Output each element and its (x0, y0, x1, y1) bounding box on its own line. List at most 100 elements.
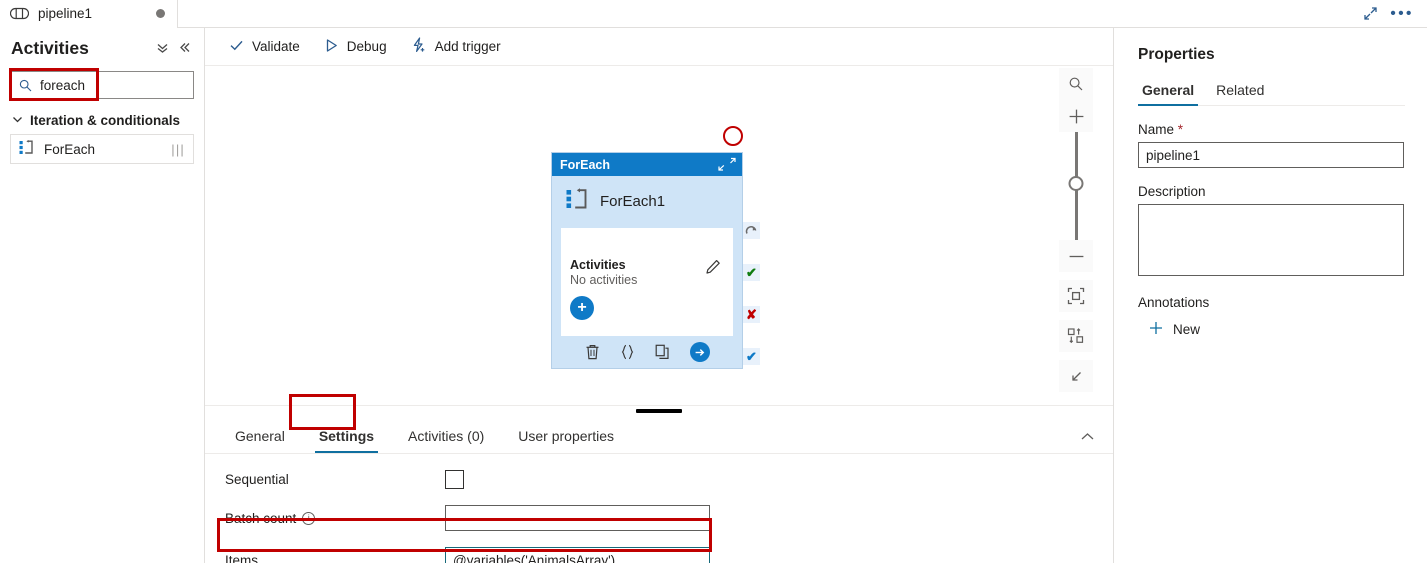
activities-pane-header: Activities (0, 28, 204, 65)
success-chip[interactable]: ✔ (743, 264, 760, 281)
activity-item-label: ForEach (44, 141, 96, 157)
add-activity-icon[interactable]: + (570, 296, 594, 320)
code-braces-icon[interactable] (620, 344, 635, 360)
add-annotation-label: New (1173, 322, 1201, 337)
tab-general[interactable]: General (225, 428, 295, 453)
double-chevron-down-icon[interactable] (156, 41, 169, 56)
tab-settings[interactable]: Settings (309, 428, 384, 453)
activity-group-label: Iteration & conditionals (30, 113, 181, 128)
batch-count-label-wrap: Batch count i (225, 511, 445, 526)
pipeline-tab[interactable]: pipeline1 (0, 0, 178, 28)
search-zoom-icon[interactable] (1059, 68, 1093, 100)
debug-label: Debug (346, 39, 387, 54)
required-marker: * (1177, 122, 1184, 137)
pencil-icon[interactable] (705, 259, 721, 278)
splitter-handle[interactable] (636, 409, 682, 413)
auto-align-icon[interactable] (1059, 320, 1093, 352)
double-chevron-left-icon[interactable] (178, 41, 191, 56)
foreach-icon (19, 140, 34, 158)
validate-label: Validate (252, 39, 300, 54)
batch-count-input[interactable] (445, 505, 710, 531)
pipeline-tab-label: pipeline1 (38, 6, 93, 21)
foreach-node-activities-box: Activities No activities + (561, 228, 733, 336)
info-icon[interactable]: i (302, 511, 316, 525)
activity-group-header[interactable]: Iteration & conditionals (12, 113, 204, 128)
sequential-row: Sequential (225, 470, 1113, 489)
debug-button[interactable]: Debug (314, 32, 397, 62)
tab-strip-actions: ••• (1355, 0, 1427, 28)
foreach-node-header: ForEach (552, 153, 742, 176)
more-horizontal-icon[interactable]: ••• (1387, 1, 1417, 27)
activity-settings-tabs: General Settings Activities (0) User pro… (205, 418, 1113, 454)
sequential-checkbox[interactable] (445, 470, 464, 489)
checkmark-icon (229, 38, 244, 56)
zoom-to-fit-icon[interactable] (1059, 280, 1093, 312)
properties-tab-related[interactable]: Related (1212, 82, 1268, 105)
search-icon (19, 79, 32, 92)
name-label: Name (1138, 122, 1175, 137)
canvas-zoom-controls (1059, 68, 1093, 392)
zoom-slider[interactable] (1059, 132, 1093, 240)
expand-node-icon[interactable] (718, 157, 736, 172)
validate-button[interactable]: Validate (219, 32, 310, 62)
properties-tab-general[interactable]: General (1138, 82, 1199, 106)
add-trigger-button[interactable]: Add trigger (401, 32, 511, 62)
activities-search-box[interactable] (10, 71, 194, 99)
properties-title: Properties (1138, 46, 1215, 63)
properties-pane: Properties General Related Name * Descri… (1113, 28, 1427, 563)
activities-title: Activities (11, 38, 89, 58)
add-output-arrow-icon[interactable] (689, 342, 710, 362)
chevron-up-icon[interactable] (1080, 430, 1095, 445)
zoom-in-icon[interactable] (1059, 100, 1093, 132)
activities-header-actions (156, 41, 193, 56)
command-bar: Validate Debug Add trigger (205, 28, 1113, 66)
node-output-chips: ✔ ✘ ✔ (743, 222, 763, 390)
zoom-slider-thumb[interactable] (1068, 176, 1084, 191)
activities-search-wrap (10, 71, 194, 99)
completion-chip[interactable]: ✔ (743, 348, 760, 365)
activity-item-foreach[interactable]: ForEach ||| (10, 134, 194, 164)
lightning-bolt-add-icon (411, 37, 427, 56)
failure-chip[interactable]: ✘ (743, 306, 760, 323)
pipeline-description-textarea[interactable] (1138, 204, 1404, 276)
unsaved-indicator (156, 9, 165, 18)
tab-activities[interactable]: Activities (0) (398, 428, 494, 453)
pipeline-name-input[interactable] (1138, 142, 1404, 168)
foreach-node-title-row: ForEach1 (552, 176, 742, 224)
properties-tabs: General Related (1138, 82, 1405, 106)
foreach-node-name: ForEach1 (600, 192, 666, 210)
description-label: Description (1138, 184, 1206, 199)
plus-icon (1148, 320, 1164, 339)
app-root: pipeline1 ••• Activities foreach Iterati… (0, 0, 1427, 563)
drag-handle-icon[interactable]: ||| (171, 142, 185, 157)
settings-form: Sequential Batch count i Items (205, 454, 1113, 563)
delete-icon[interactable] (585, 344, 600, 360)
chevron-down-icon (12, 114, 23, 128)
play-triangle-icon (324, 38, 339, 56)
pipeline-canvas[interactable]: ✔ ✘ ✔ ForEach ForEach1 Activities No act… (205, 66, 1113, 406)
batch-count-label: Batch count (225, 510, 297, 526)
batch-count-row: Batch count i (225, 505, 1113, 531)
foreach-node-footer (552, 336, 742, 368)
foreach-node[interactable]: ForEach ForEach1 Activities No activitie… (551, 152, 743, 369)
items-label: Items (225, 552, 259, 563)
clone-icon[interactable] (655, 344, 670, 360)
items-input[interactable] (445, 547, 710, 563)
sequential-label: Sequential (225, 472, 289, 487)
expand-diagonal-icon[interactable] (1355, 1, 1385, 27)
node-circle-highlight (723, 126, 743, 146)
pipeline-icon (9, 7, 30, 20)
tab-user-properties[interactable]: User properties (508, 428, 624, 453)
collapse-canvas-icon[interactable] (1059, 360, 1093, 392)
zoom-out-icon[interactable] (1059, 240, 1093, 272)
foreach-icon (566, 188, 588, 214)
pipeline-editor: Validate Debug Add trigger ✔ ✘ ✔ ForEach… (205, 28, 1113, 563)
search-input[interactable] (38, 76, 185, 94)
add-annotation-button[interactable]: New (1138, 320, 1405, 339)
annotations-label: Annotations (1138, 295, 1210, 310)
foreach-node-type-label: ForEach (560, 157, 611, 172)
tab-strip: pipeline1 ••• (0, 0, 1427, 28)
skipped-chip[interactable] (743, 222, 760, 239)
panel-splitter[interactable] (205, 406, 1113, 418)
add-trigger-label: Add trigger (434, 39, 501, 54)
